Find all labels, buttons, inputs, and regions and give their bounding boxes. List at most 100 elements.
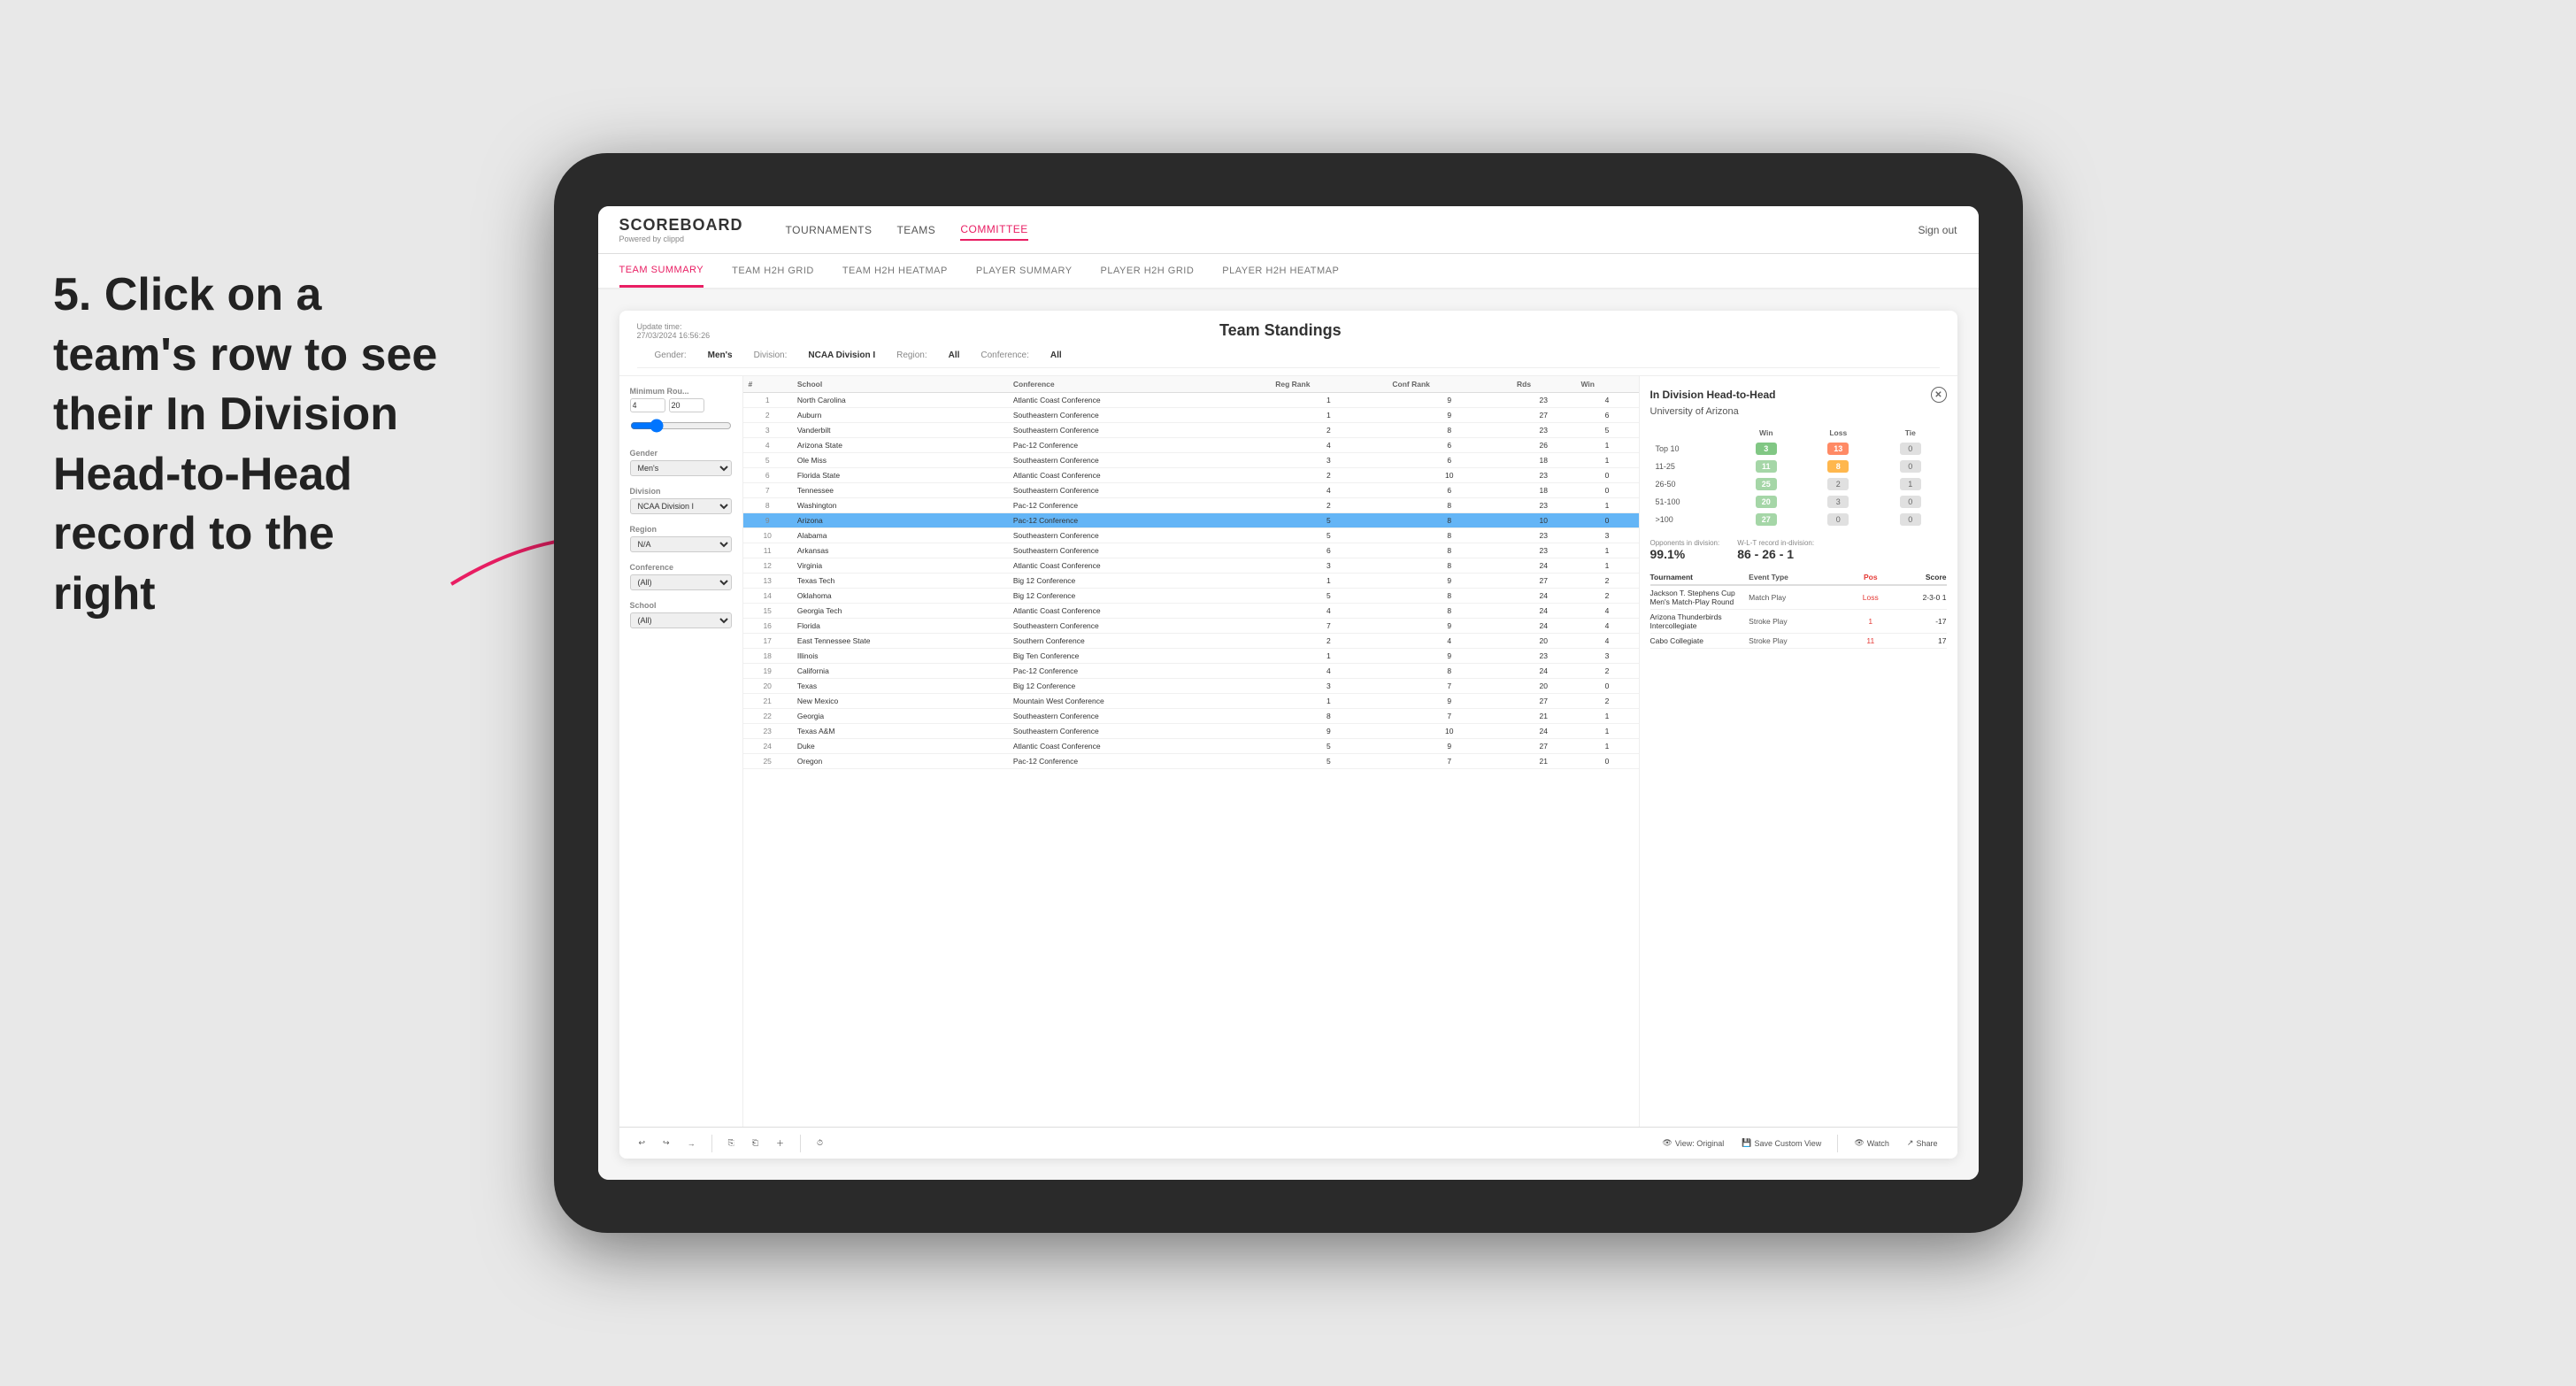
h2h-close-button[interactable]: ✕ [1931, 387, 1947, 403]
cell-rds: 27 [1511, 408, 1575, 423]
subnav-team-h2h-heatmap[interactable]: TEAM H2H HEATMAP [842, 254, 948, 288]
cell-rank: 11 [743, 543, 792, 558]
cell-reg-rank: 1 [1270, 649, 1387, 664]
h2h-opponents-stat: Opponents in division: 99.1% [1650, 539, 1720, 561]
cell-reg-rank: 5 [1270, 589, 1387, 604]
table-row[interactable]: 8 Washington Pac-12 Conference 2 8 23 1 [743, 498, 1639, 513]
table-row[interactable]: 6 Florida State Atlantic Coast Conferenc… [743, 468, 1639, 483]
subnav-player-h2h-grid[interactable]: PLAYER H2H GRID [1101, 254, 1195, 288]
h2h-win: 25 [1730, 475, 1802, 493]
nav-teams[interactable]: TEAMS [896, 220, 935, 240]
cell-conf-rank: 8 [1387, 558, 1511, 574]
conference-select[interactable]: (All) ACC SEC [630, 574, 732, 590]
h2h-col-win: Win [1730, 426, 1802, 440]
table-row[interactable]: 3 Vanderbilt Southeastern Conference 2 8… [743, 423, 1639, 438]
clock-button[interactable]: ⏱ [811, 1136, 828, 1150]
table-row[interactable]: 21 New Mexico Mountain West Conference 1… [743, 694, 1639, 709]
redo-button[interactable]: ↪ [657, 1136, 675, 1150]
cell-win: 2 [1575, 574, 1638, 589]
cell-conference: Big 12 Conference [1008, 679, 1270, 694]
h2h-win: 11 [1730, 458, 1802, 475]
nav-tournaments[interactable]: TOURNAMENTS [786, 220, 873, 240]
table-row[interactable]: 16 Florida Southeastern Conference 7 9 2… [743, 619, 1639, 634]
cell-conf-rank: 6 [1387, 438, 1511, 453]
table-row[interactable]: 13 Texas Tech Big 12 Conference 1 9 27 2 [743, 574, 1639, 589]
t-score: 17 [1901, 636, 1947, 645]
table-row[interactable]: 9 Arizona Pac-12 Conference 5 8 10 0 [743, 513, 1639, 528]
cell-win: 0 [1575, 513, 1638, 528]
add-button[interactable]: ＋ [771, 1136, 789, 1151]
min-rounds-slider[interactable] [630, 416, 732, 435]
view-original-button[interactable]: 👁 View: Original [1657, 1136, 1729, 1150]
table-row[interactable]: 1 North Carolina Atlantic Coast Conferen… [743, 393, 1639, 408]
cell-conf-rank: 8 [1387, 498, 1511, 513]
cell-school: Oklahoma [792, 589, 1008, 604]
school-select[interactable]: (All) [630, 612, 732, 628]
region-select[interactable]: N/A All [630, 536, 732, 552]
h2h-loss: 13 [1803, 440, 1874, 458]
h2h-label: >100 [1650, 511, 1731, 528]
watch-button[interactable]: 👁 Watch [1849, 1136, 1895, 1150]
cell-reg-rank: 5 [1270, 528, 1387, 543]
cell-school: East Tennessee State [792, 634, 1008, 649]
filter-region-label: Region: [896, 350, 927, 360]
forward-button[interactable]: → [682, 1137, 701, 1150]
table-row[interactable]: 24 Duke Atlantic Coast Conference 5 9 27… [743, 739, 1639, 754]
cell-conference: Big 12 Conference [1008, 574, 1270, 589]
table-row[interactable]: 4 Arizona State Pac-12 Conference 4 6 26… [743, 438, 1639, 453]
table-row[interactable]: 2 Auburn Southeastern Conference 1 9 27 … [743, 408, 1639, 423]
table-row[interactable]: 19 California Pac-12 Conference 4 8 24 2 [743, 664, 1639, 679]
subnav-player-summary[interactable]: PLAYER SUMMARY [976, 254, 1073, 288]
table-row[interactable]: 18 Illinois Big Ten Conference 1 9 23 3 [743, 649, 1639, 664]
division-select[interactable]: NCAA Division I NCAA Division II NCAA Di… [630, 498, 732, 514]
card-header: Update time: 27/03/2024 16:56:26 Team St… [619, 311, 1957, 376]
annotation-text: 5. Click on a team's row to see their In… [53, 266, 442, 625]
table-row[interactable]: 20 Texas Big 12 Conference 3 7 20 0 [743, 679, 1639, 694]
subnav-player-h2h-heatmap[interactable]: PLAYER H2H HEATMAP [1222, 254, 1339, 288]
table-row[interactable]: 12 Virginia Atlantic Coast Conference 3 … [743, 558, 1639, 574]
table-row[interactable]: 22 Georgia Southeastern Conference 8 7 2… [743, 709, 1639, 724]
min-rounds-max-input[interactable] [669, 398, 704, 412]
cell-reg-rank: 2 [1270, 423, 1387, 438]
subnav-team-h2h-grid[interactable]: TEAM H2H GRID [732, 254, 814, 288]
table-row[interactable]: 10 Alabama Southeastern Conference 5 8 2… [743, 528, 1639, 543]
watch-label: Watch [1867, 1139, 1889, 1148]
save-custom-button[interactable]: 💾 Save Custom View [1736, 1136, 1826, 1150]
update-time-label: Update time: [637, 322, 711, 331]
table-header-row: # School Conference Reg Rank Conf Rank R… [743, 376, 1639, 393]
undo-button[interactable]: ↩ [634, 1136, 651, 1150]
h2h-col-tie: Tie [1874, 426, 1946, 440]
gender-select[interactable]: Men's Women's [630, 460, 732, 476]
cell-conference: Southeastern Conference [1008, 453, 1270, 468]
paste-button[interactable]: ⎗ [747, 1136, 764, 1150]
cell-conference: Pac-12 Conference [1008, 513, 1270, 528]
filter-region-value: All [949, 350, 960, 360]
table-row[interactable]: 7 Tennessee Southeastern Conference 4 6 … [743, 483, 1639, 498]
cell-rank: 20 [743, 679, 792, 694]
table-row[interactable]: 25 Oregon Pac-12 Conference 5 7 21 0 [743, 754, 1639, 769]
subnav-team-summary[interactable]: TEAM SUMMARY [619, 254, 704, 288]
table-row[interactable]: 15 Georgia Tech Atlantic Coast Conferenc… [743, 604, 1639, 619]
table-row[interactable]: 17 East Tennessee State Southern Confere… [743, 634, 1639, 649]
cell-reg-rank: 2 [1270, 468, 1387, 483]
share-label: Share [1916, 1139, 1937, 1148]
min-rounds-input[interactable] [630, 398, 665, 412]
table-row[interactable]: 23 Texas A&M Southeastern Conference 9 1… [743, 724, 1639, 739]
copy-button[interactable]: ⎘ [723, 1136, 740, 1150]
h2h-wlt-label: W-L-T record in-division: [1737, 539, 1814, 547]
cell-school: New Mexico [792, 694, 1008, 709]
sign-out-button[interactable]: Sign out [1918, 224, 1957, 236]
cell-rank: 7 [743, 483, 792, 498]
cell-rds: 23 [1511, 528, 1575, 543]
table-row[interactable]: 14 Oklahoma Big 12 Conference 5 8 24 2 [743, 589, 1639, 604]
cell-rds: 23 [1511, 423, 1575, 438]
h2h-panel: In Division Head-to-Head ✕ University of… [1639, 376, 1957, 1127]
h2h-tournaments: Tournament Event Type Pos Score Jackson … [1650, 570, 1947, 649]
h2h-row: 26-50 25 2 1 [1650, 475, 1947, 493]
table-row[interactable]: 11 Arkansas Southeastern Conference 6 8 … [743, 543, 1639, 558]
nav-committee[interactable]: COMMITTEE [960, 219, 1028, 241]
share-button[interactable]: ↗ Share [1902, 1136, 1943, 1150]
cell-conference: Atlantic Coast Conference [1008, 604, 1270, 619]
table-row[interactable]: 5 Ole Miss Southeastern Conference 3 6 1… [743, 453, 1639, 468]
min-rounds-section: Minimum Rou... [630, 387, 732, 438]
